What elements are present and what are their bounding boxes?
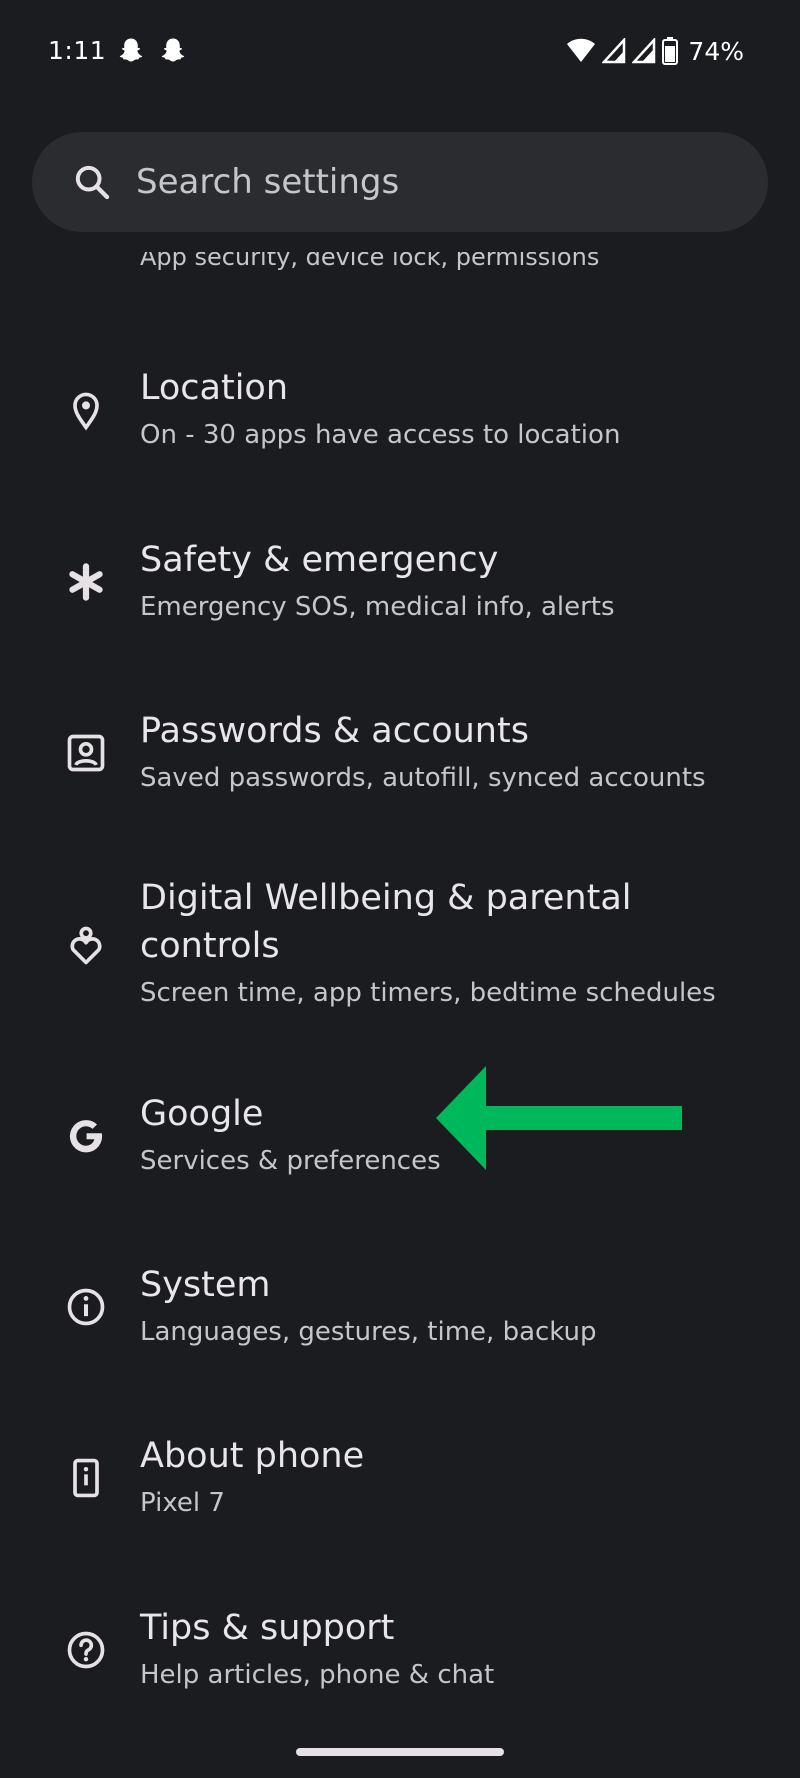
item-subtitle: Saved passwords, autofill, synced accoun… bbox=[140, 763, 706, 793]
item-title: Digital Wellbeing & parental controls bbox=[140, 878, 632, 966]
info-icon bbox=[67, 1288, 105, 1326]
green-arrow-annotation bbox=[436, 1066, 682, 1170]
wellbeing-icon bbox=[70, 926, 102, 965]
location-pin-icon bbox=[73, 392, 99, 431]
snapchat-icon bbox=[161, 38, 185, 62]
settings-item-about-phone[interactable]: About phone Pixel 7 bbox=[0, 1428, 800, 1548]
status-right-cluster: 74% bbox=[566, 34, 744, 68]
search-bar[interactable]: Search settings bbox=[32, 132, 768, 232]
google-g-icon bbox=[69, 1120, 103, 1153]
item-title: Passwords & accounts bbox=[140, 711, 529, 751]
item-subtitle: Services & preferences bbox=[140, 1146, 441, 1176]
status-time: 1:11 bbox=[48, 36, 107, 65]
battery-icon bbox=[662, 37, 679, 65]
item-subtitle: Pixel 7 bbox=[140, 1488, 225, 1518]
settings-item-location[interactable]: Location On - 30 apps have access to loc… bbox=[0, 360, 800, 480]
item-title: About phone bbox=[140, 1436, 365, 1476]
asterisk-icon bbox=[69, 563, 103, 601]
security-privacy-subtitle[interactable]: App security, device lock, permissions bbox=[140, 252, 780, 282]
settings-item-system[interactable]: System Languages, gestures, time, backup bbox=[0, 1257, 800, 1377]
account-box-icon bbox=[67, 734, 105, 772]
item-title: Google bbox=[140, 1094, 264, 1134]
item-subtitle: Help articles, phone & chat bbox=[140, 1660, 495, 1690]
item-title: Tips & support bbox=[140, 1608, 395, 1648]
snapchat-icon bbox=[119, 38, 143, 62]
settings-item-safety-emergency[interactable]: Safety & emergency Emergency SOS, medica… bbox=[0, 532, 800, 652]
settings-item-tips-support[interactable]: Tips & support Help articles, phone & ch… bbox=[0, 1600, 800, 1720]
signal-icon bbox=[632, 38, 656, 64]
item-title: Location bbox=[140, 368, 289, 408]
item-title: Safety & emergency bbox=[140, 540, 499, 580]
item-subtitle: Screen time, app timers, bedtime schedul… bbox=[140, 978, 716, 1008]
search-icon bbox=[75, 165, 110, 200]
signal-icon bbox=[602, 38, 626, 64]
item-title: System bbox=[140, 1265, 271, 1305]
search-placeholder: Search settings bbox=[136, 162, 400, 202]
settings-item-passwords-accounts[interactable]: Passwords & accounts Saved passwords, au… bbox=[0, 703, 800, 823]
phone-info-icon bbox=[73, 1458, 99, 1498]
settings-item-digital-wellbeing[interactable]: Digital Wellbeing & parental controls Sc… bbox=[0, 870, 800, 1030]
item-subtitle: On - 30 apps have access to location bbox=[140, 420, 621, 450]
gesture-nav-handle[interactable] bbox=[296, 1748, 504, 1756]
status-bar: 1:11 74% bbox=[0, 0, 800, 100]
item-subtitle: Emergency SOS, medical info, alerts bbox=[140, 592, 615, 622]
battery-percent: 74% bbox=[688, 36, 744, 66]
help-icon bbox=[67, 1631, 105, 1669]
wifi-icon bbox=[567, 38, 596, 62]
item-subtitle: Languages, gestures, time, backup bbox=[140, 1317, 597, 1347]
